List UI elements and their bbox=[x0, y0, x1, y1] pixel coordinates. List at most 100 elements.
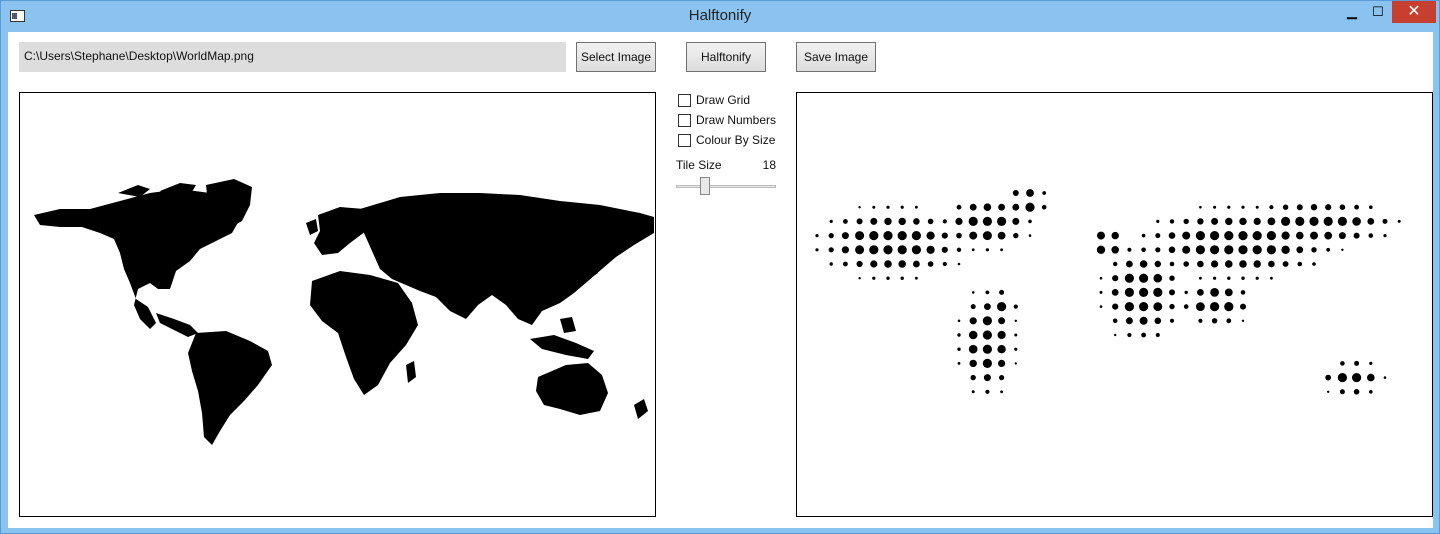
halftone-dot bbox=[957, 319, 961, 323]
halftone-dot bbox=[1041, 204, 1047, 210]
title-bar[interactable]: Halftonify ▁ ☐ ✕ bbox=[1, 1, 1439, 32]
halftone-dot bbox=[856, 218, 863, 225]
halftone-dot bbox=[1097, 231, 1105, 240]
draw-numbers-box[interactable] bbox=[678, 114, 691, 127]
halftone-dot bbox=[1224, 245, 1234, 255]
halftone-dot bbox=[898, 260, 906, 268]
halftone-dot bbox=[997, 330, 1006, 340]
halftone-dot bbox=[1238, 245, 1248, 255]
halftone-dot bbox=[1296, 246, 1304, 254]
halftone-dot bbox=[1267, 217, 1276, 226]
halftone-dot bbox=[956, 232, 962, 239]
halftonify-button[interactable]: Halftonify bbox=[686, 42, 766, 72]
halftone-dot bbox=[1369, 205, 1373, 209]
halftone-dot bbox=[1169, 289, 1175, 296]
halftone-dot bbox=[1325, 204, 1332, 211]
halftone-dot bbox=[1124, 287, 1134, 297]
file-path-field[interactable]: C:\Users\Stephane\Desktop\WorldMap.png bbox=[19, 42, 566, 72]
halftone-dot bbox=[829, 219, 833, 223]
halftone-dot bbox=[1139, 287, 1149, 297]
halftone-dot bbox=[1211, 318, 1218, 324]
halftone-dot bbox=[915, 276, 918, 280]
halftone-dot bbox=[1312, 262, 1316, 266]
halftone-dot bbox=[915, 205, 918, 209]
halftone-dot bbox=[1184, 290, 1188, 295]
halftone-dot bbox=[1155, 247, 1161, 253]
halftone-dot bbox=[1013, 304, 1018, 309]
draw-numbers-label: Draw Numbers bbox=[696, 113, 777, 127]
draw-grid-label: Draw Grid bbox=[696, 93, 751, 107]
halftone-dot bbox=[927, 261, 934, 267]
halftone-dot bbox=[983, 374, 991, 382]
halftone-dot bbox=[1354, 360, 1360, 366]
halftone-dot bbox=[843, 219, 848, 224]
halftone-dot bbox=[1227, 276, 1231, 280]
maximize-button[interactable]: ☐ bbox=[1365, 1, 1391, 23]
halftone-dot bbox=[957, 262, 961, 266]
draw-grid-box[interactable] bbox=[678, 94, 691, 107]
halftone-dot bbox=[1226, 318, 1232, 324]
halftone-dot bbox=[1169, 303, 1175, 310]
window-title: Halftonify bbox=[688, 7, 752, 24]
halftone-dot bbox=[1282, 261, 1289, 267]
halftone-dot bbox=[985, 248, 989, 252]
halftone-dot bbox=[997, 302, 1007, 312]
halftone-dot bbox=[1000, 390, 1003, 394]
halftone-dot bbox=[1111, 289, 1119, 296]
halftone-dot bbox=[1139, 273, 1149, 283]
halftone-dot bbox=[957, 333, 961, 337]
select-image-button[interactable]: Select Image bbox=[576, 42, 656, 72]
halftone-dot bbox=[841, 232, 849, 240]
halftone-dot bbox=[1114, 333, 1117, 337]
save-image-button[interactable]: Save Image bbox=[796, 42, 876, 72]
halftone-dot bbox=[971, 390, 975, 394]
halftone-dot bbox=[1338, 232, 1346, 240]
halftone-dot bbox=[1282, 204, 1289, 210]
halftone-dot bbox=[1012, 217, 1020, 225]
tile-size-slider-track[interactable] bbox=[676, 185, 776, 188]
halftone-dot bbox=[941, 232, 948, 239]
close-button[interactable]: ✕ bbox=[1392, 1, 1436, 23]
halftone-dot bbox=[969, 203, 977, 211]
halftone-dot bbox=[1195, 245, 1205, 255]
halftone-dot bbox=[1012, 203, 1020, 211]
halftone-dot bbox=[1139, 316, 1148, 325]
halftone-dot bbox=[1183, 304, 1189, 309]
minimize-button[interactable]: ▁ bbox=[1339, 1, 1365, 23]
halftone-dot bbox=[1382, 218, 1388, 224]
halftone-dot bbox=[1197, 260, 1204, 268]
halftone-dot bbox=[1327, 390, 1330, 393]
halftone-dot bbox=[997, 216, 1007, 226]
halftone-dot bbox=[956, 247, 962, 252]
halftone-dot bbox=[1210, 231, 1220, 241]
result-image-panel bbox=[796, 92, 1433, 517]
halftone-dot bbox=[1253, 217, 1261, 225]
halftone-dot bbox=[1225, 217, 1233, 226]
halftone-dot bbox=[968, 330, 978, 340]
tile-size-slider-thumb[interactable] bbox=[700, 177, 710, 195]
halftone-dot bbox=[1168, 246, 1176, 254]
halftone-dot bbox=[1198, 318, 1203, 323]
client-area: C:\Users\Stephane\Desktop\WorldMap.png S… bbox=[8, 32, 1433, 528]
halftone-dot bbox=[1239, 260, 1247, 268]
halftone-dot bbox=[984, 303, 991, 310]
halftone-dot bbox=[911, 231, 921, 241]
halftone-dot bbox=[1182, 231, 1191, 240]
halftone-dot bbox=[1369, 390, 1373, 394]
halftone-dot bbox=[1153, 287, 1163, 297]
halftone-dot bbox=[1281, 231, 1290, 240]
halftone-dot bbox=[1239, 217, 1247, 226]
halftone-dot bbox=[1169, 261, 1175, 267]
halftone-dot bbox=[1170, 318, 1174, 323]
halftone-dot bbox=[1124, 273, 1134, 283]
halftone-dot bbox=[1383, 234, 1387, 238]
halftone-dot bbox=[1028, 219, 1032, 224]
halftone-dot bbox=[897, 245, 907, 255]
halftone-dot bbox=[897, 231, 907, 241]
halftone-dot bbox=[1213, 205, 1217, 209]
halftone-dot bbox=[1253, 260, 1261, 268]
halftone-dot bbox=[1113, 261, 1118, 267]
halftone-dot bbox=[971, 291, 975, 294]
colour-by-size-box[interactable] bbox=[678, 134, 691, 147]
halftone-dot bbox=[1367, 373, 1375, 382]
